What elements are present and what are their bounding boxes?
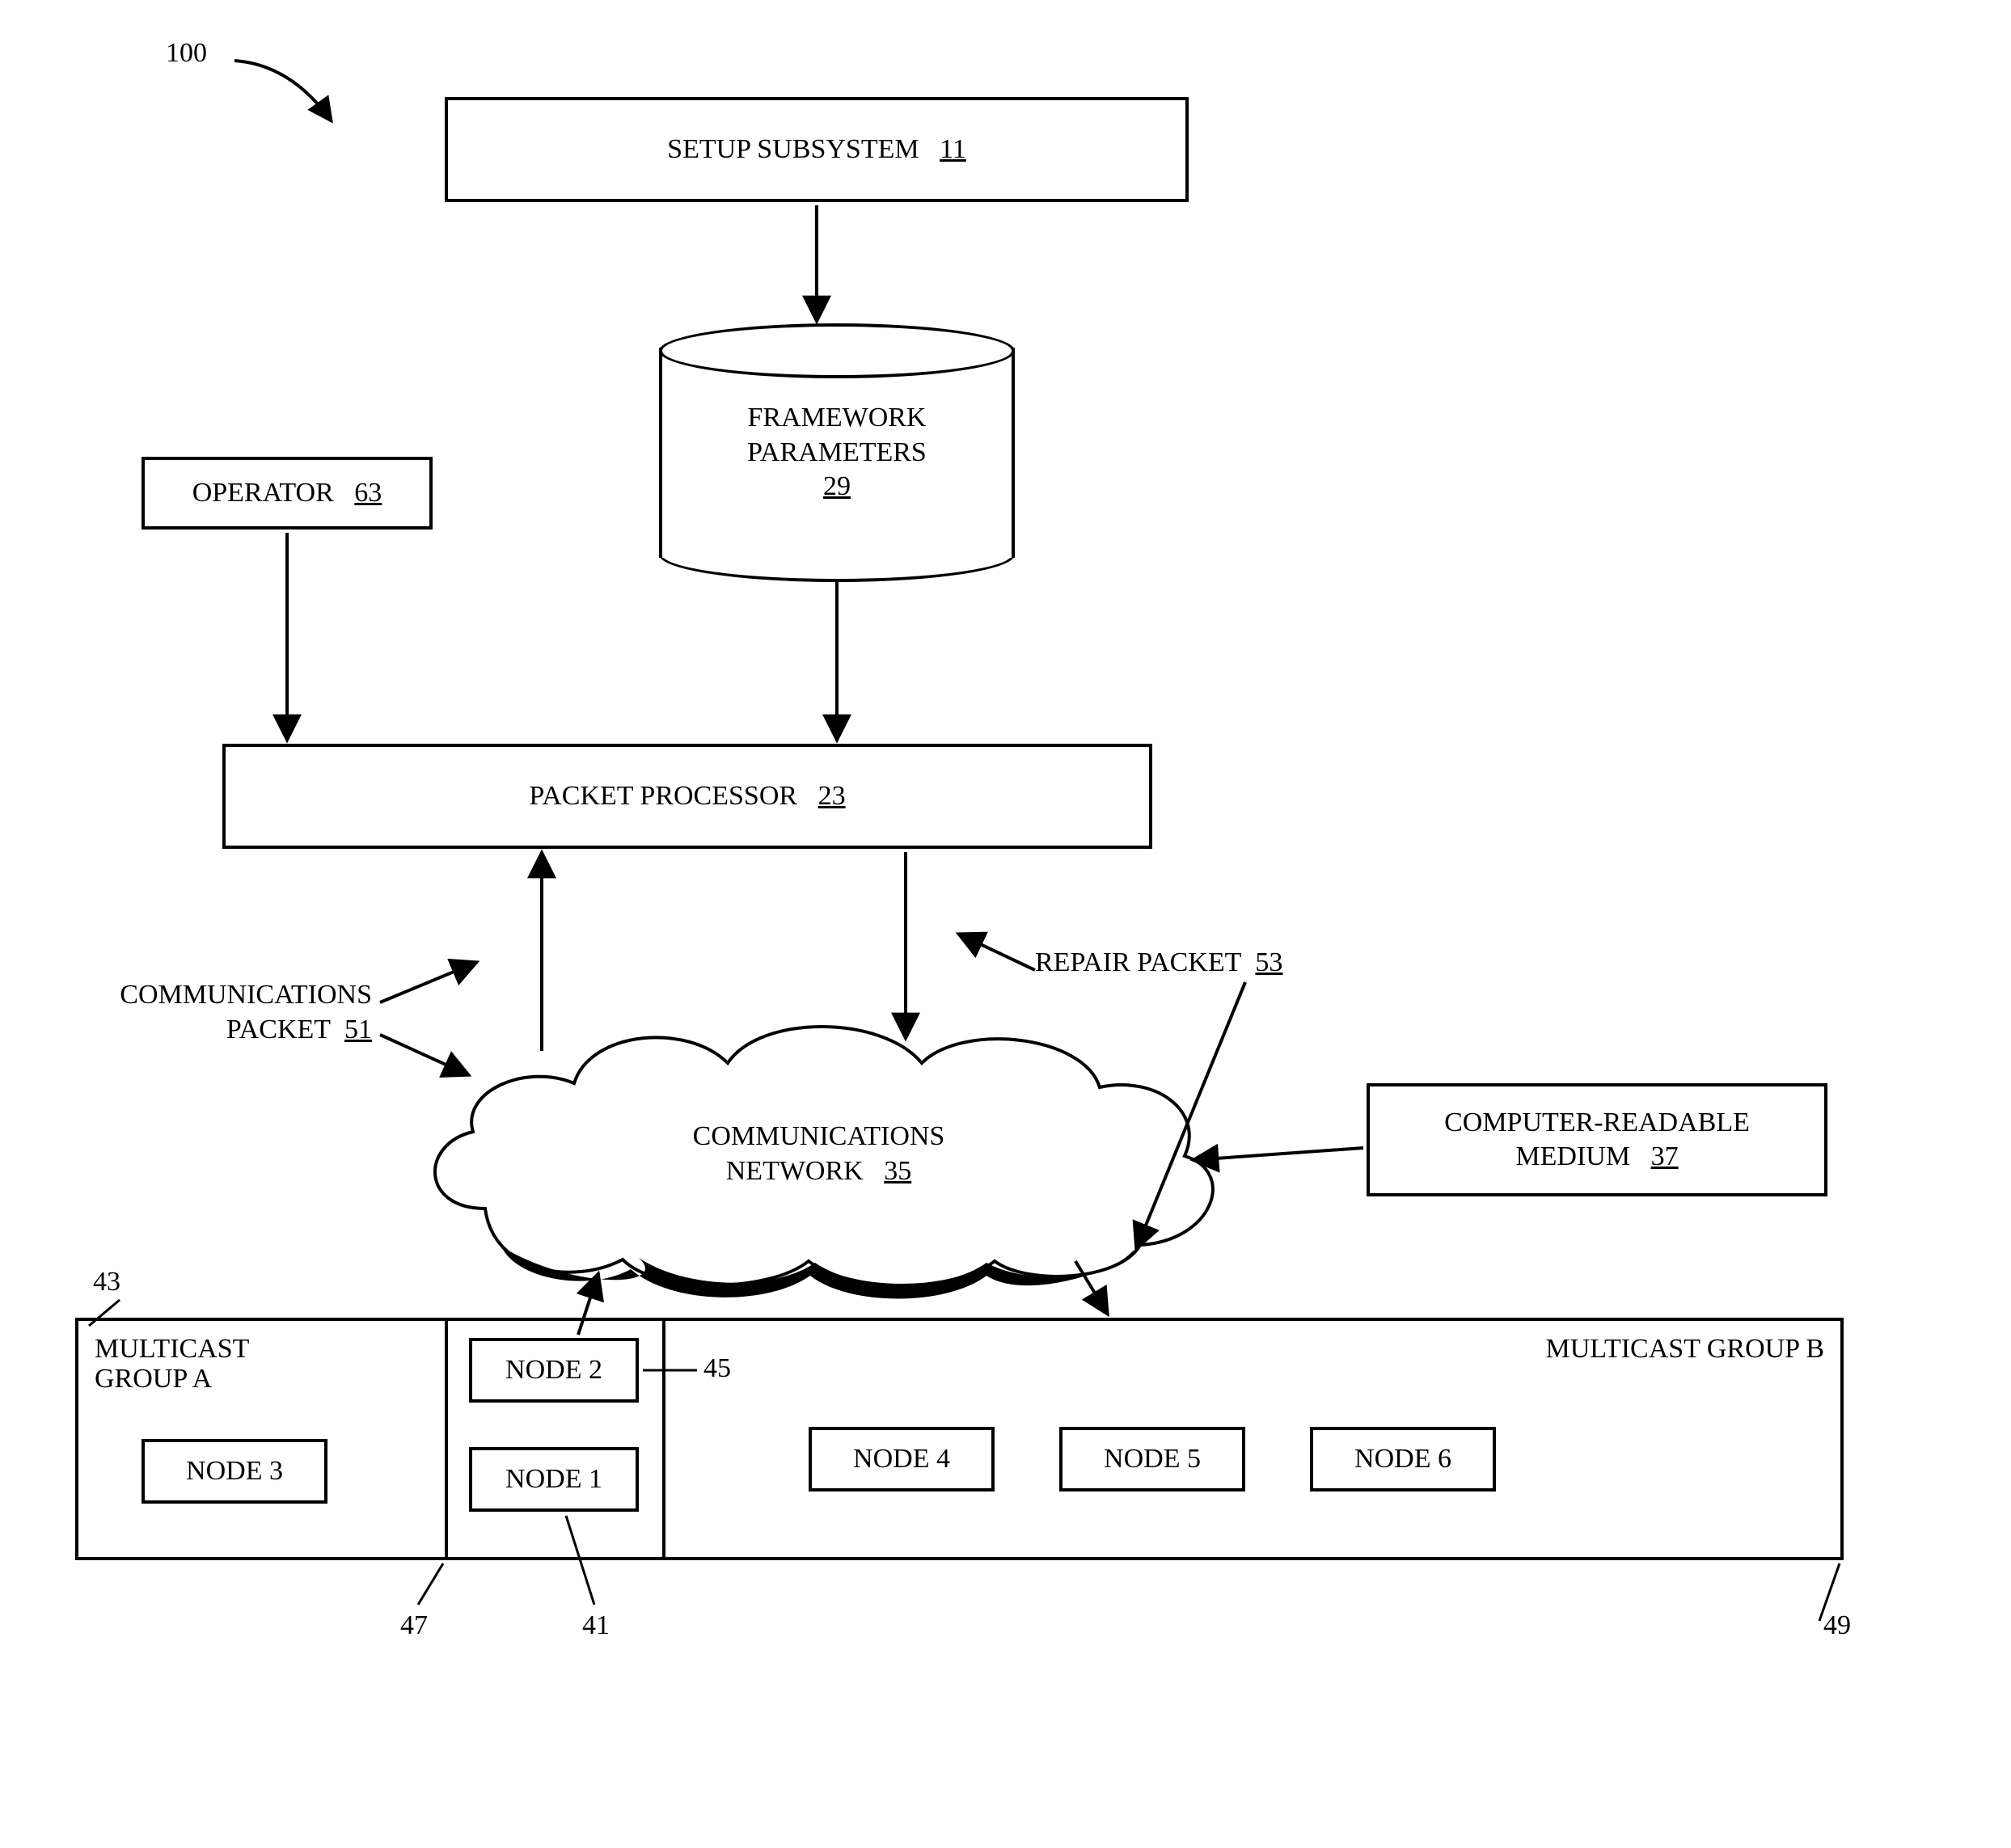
ref-45-text: 45 — [703, 1353, 731, 1383]
ref-49: 49 — [1823, 1609, 1851, 1643]
node-4-box: NODE 4 — [809, 1427, 995, 1491]
communications-packet-line1: COMMUNICATIONS — [120, 980, 372, 1010]
node-2-box: NODE 2 — [469, 1338, 639, 1403]
node-5-label: NODE 5 — [1104, 1442, 1201, 1477]
communications-packet-label: COMMUNICATIONS PACKET 51 — [32, 978, 372, 1047]
communications-network-line2: NETWORK — [726, 1156, 864, 1186]
packet-processor-label: PACKET PROCESSOR — [529, 781, 797, 811]
setup-subsystem-box: SETUP SUBSYSTEM 11 — [445, 97, 1189, 202]
communications-network-line1: COMMUNICATIONS — [693, 1121, 945, 1151]
ref-45: 45 — [703, 1352, 731, 1386]
node-1-label: NODE 1 — [505, 1462, 602, 1497]
computer-readable-medium-line1: COMPUTER-READABLE — [1444, 1108, 1750, 1137]
operator-ref: 63 — [354, 478, 382, 508]
communications-network-ref: 35 — [884, 1156, 911, 1186]
node-3-box: NODE 3 — [142, 1439, 327, 1504]
multicast-group-a-title-line2: GROUP A — [95, 1364, 212, 1394]
node-6-box: NODE 6 — [1310, 1427, 1496, 1491]
computer-readable-medium-box: COMPUTER-READABLE MEDIUM 37 — [1367, 1083, 1827, 1196]
node-2-label: NODE 2 — [505, 1353, 602, 1388]
repair-packet-label: REPAIR PACKET 53 — [1035, 946, 1282, 981]
node-5-box: NODE 5 — [1059, 1427, 1245, 1491]
framework-parameters-line1: FRAMEWORK — [747, 403, 926, 432]
ref-43: 43 — [93, 1265, 120, 1300]
group-overlap-divider — [445, 1318, 448, 1560]
packet-processor-ref: 23 — [818, 781, 846, 811]
ref-41: 41 — [582, 1609, 610, 1643]
framework-parameters-line2: PARAMETERS — [747, 437, 927, 467]
communications-packet-line2: PACKET — [226, 1015, 331, 1044]
ref-47: 47 — [400, 1609, 428, 1643]
computer-readable-medium-ref: 37 — [1651, 1141, 1679, 1171]
operator-label: OPERATOR — [192, 478, 334, 508]
multicast-group-b-title-text: MULTICAST GROUP B — [1546, 1334, 1824, 1364]
figure-number-value: 100 — [166, 38, 207, 68]
multicast-group-a-title: MULTICAST GROUP A — [95, 1334, 249, 1394]
node-4-label: NODE 4 — [853, 1442, 950, 1477]
node-1-box: NODE 1 — [469, 1447, 639, 1512]
node-3-label: NODE 3 — [186, 1454, 283, 1489]
ref-49-text: 49 — [1823, 1610, 1851, 1640]
setup-subsystem-label: SETUP SUBSYSTEM — [667, 134, 919, 164]
figure-number-pointer — [0, 0, 2011, 1848]
communications-network-cloud: COMMUNICATIONS NETWORK 35 — [429, 1019, 1209, 1289]
multicast-group-a-title-line1: MULTICAST — [95, 1334, 249, 1364]
node-6-label: NODE 6 — [1354, 1442, 1451, 1477]
setup-subsystem-ref: 11 — [940, 134, 966, 164]
operator-box: OPERATOR 63 — [142, 457, 433, 530]
repair-packet-ref: 53 — [1255, 947, 1282, 977]
connector-arrows — [0, 0, 2011, 1848]
communications-packet-ref: 51 — [344, 1015, 372, 1044]
ref-41-text: 41 — [582, 1610, 610, 1640]
computer-readable-medium-line2: MEDIUM — [1515, 1141, 1630, 1171]
packet-processor-box: PACKET PROCESSOR 23 — [222, 744, 1152, 849]
ref-43-text: 43 — [93, 1267, 120, 1297]
figure-number-label: 100 — [166, 36, 207, 71]
repair-packet-text: REPAIR PACKET — [1035, 947, 1241, 977]
ref-47-text: 47 — [400, 1610, 428, 1640]
multicast-group-b-title: MULTICAST GROUP B — [1546, 1334, 1824, 1364]
framework-parameters-cylinder: FRAMEWORK PARAMETERS 29 — [659, 348, 1015, 558]
framework-parameters-ref: 29 — [823, 471, 851, 501]
